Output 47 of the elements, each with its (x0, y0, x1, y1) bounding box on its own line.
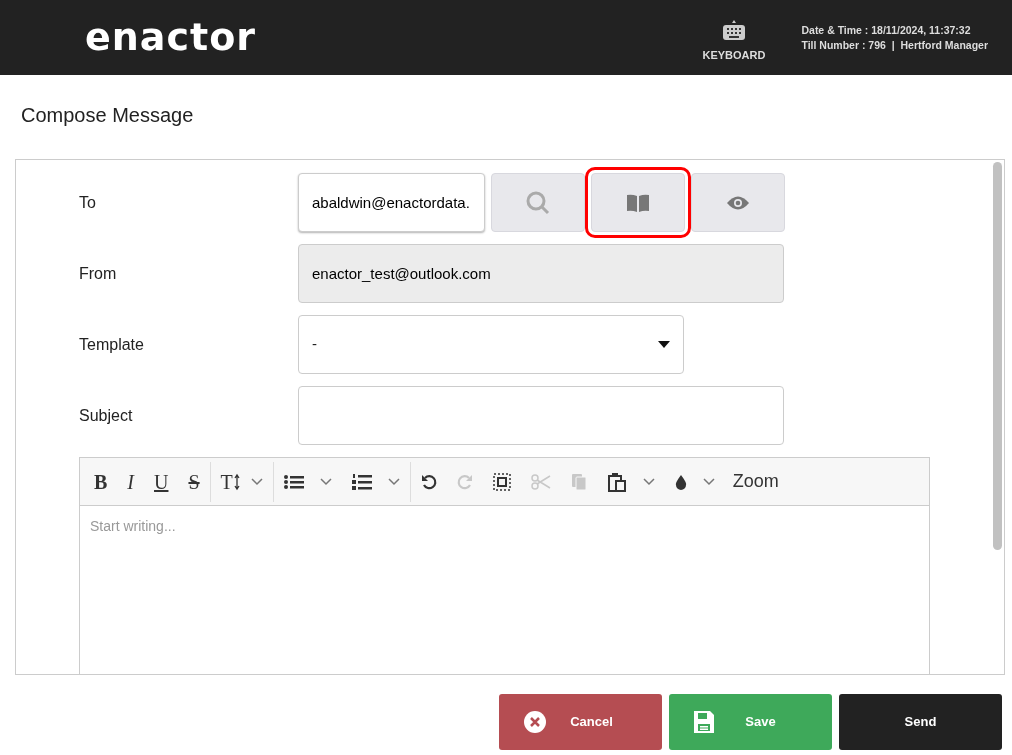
chevron-icon (250, 477, 263, 486)
field-label: Template (79, 334, 145, 355)
arrows-icon (232, 472, 241, 491)
page-title: Compose Message (20, 103, 195, 128)
select-all-icon (492, 472, 511, 491)
numbered-list-icon (351, 472, 372, 491)
redo-icon (456, 473, 473, 490)
to-field[interactable]: abaldwin@enactordata. (298, 173, 485, 232)
zoom-button[interactable]: Zoom (724, 457, 789, 506)
book-icon (626, 192, 650, 213)
keyboard-label[interactable]: KEYBOARD (702, 47, 766, 64)
field-label: Subject (79, 405, 134, 426)
bulleted-list-icon (283, 473, 304, 490)
scrollbar-thumb[interactable] (993, 162, 1002, 550)
chevron-icon (387, 477, 400, 486)
send-button[interactable]: Send (839, 694, 1002, 750)
bold-tool-button[interactable]: B (84, 457, 118, 506)
logo: enactor (85, 14, 256, 61)
field-label: To (79, 192, 97, 213)
rich-text-editor[interactable]: B I U S T Zoom Start writing... (79, 457, 930, 674)
search-button[interactable] (491, 173, 585, 232)
eye-button[interactable] (691, 173, 785, 232)
cancel-button[interactable]: Cancel (499, 694, 662, 750)
editor-placeholder: Start writing... (89, 517, 177, 536)
chevron-icon (319, 477, 332, 486)
eye-icon (726, 194, 750, 211)
fontsize-tool-button[interactable]: T (210, 457, 273, 506)
drop-icon (674, 473, 687, 490)
chevron-icon (702, 477, 715, 486)
clipboard-icon (606, 471, 627, 492)
chevron-icon (642, 477, 655, 486)
undo-icon (420, 473, 437, 490)
keyboard-icon[interactable] (721, 19, 746, 42)
copy-icon (570, 472, 587, 491)
from-field[interactable]: enactor_test@outlook.com (298, 244, 784, 303)
header-info-text: Date & Time : 18/11/2024, 11:37:32 (801, 22, 972, 38)
header-info-text: Till Number : 796 | Hertford Manager (801, 37, 988, 53)
caret-icon (658, 341, 670, 348)
field-label: From (79, 263, 118, 284)
close-icon (524, 711, 546, 733)
strike-tool-button[interactable]: S (178, 457, 210, 506)
scissors-icon (530, 473, 551, 490)
template-dropdown[interactable]: - (298, 315, 684, 374)
italic-tool-button[interactable]: I (117, 457, 144, 506)
underline-tool-button[interactable]: U (144, 457, 179, 506)
subject-field[interactable] (298, 386, 784, 445)
search-icon (525, 189, 551, 216)
